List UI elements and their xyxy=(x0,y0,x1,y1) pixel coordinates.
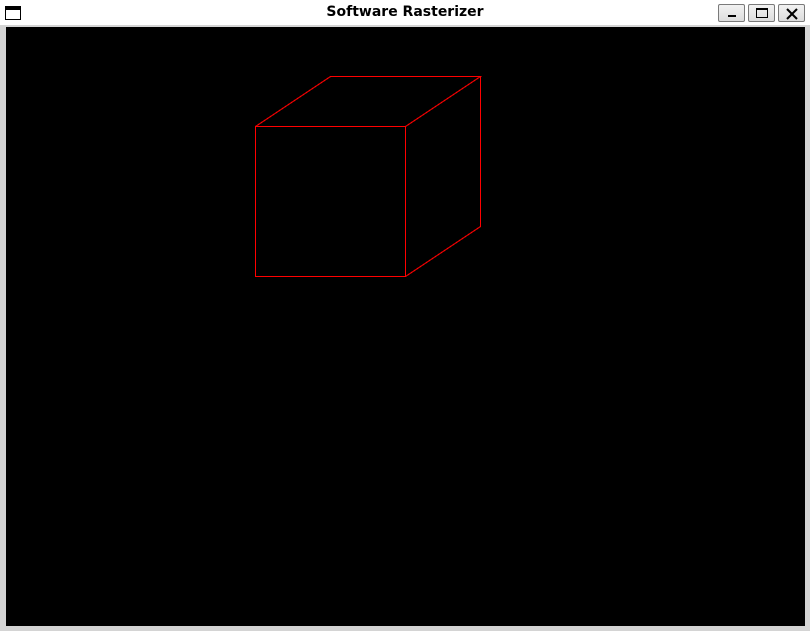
cube-wireframe xyxy=(255,76,483,277)
minimize-button[interactable] xyxy=(718,4,745,22)
window-title: Software Rasterizer xyxy=(326,4,484,20)
cube-right-face xyxy=(405,76,481,277)
app-window: Software Rasterizer xyxy=(0,0,810,631)
minimize-icon xyxy=(728,15,736,17)
close-button[interactable] xyxy=(778,4,805,22)
cube-front-face xyxy=(255,126,406,277)
render-viewport[interactable] xyxy=(6,27,805,626)
maximize-icon xyxy=(756,8,768,18)
title-bar[interactable]: Software Rasterizer xyxy=(0,0,810,25)
close-icon xyxy=(786,8,798,20)
cube-top-face xyxy=(255,76,483,127)
maximize-button[interactable] xyxy=(748,4,775,22)
